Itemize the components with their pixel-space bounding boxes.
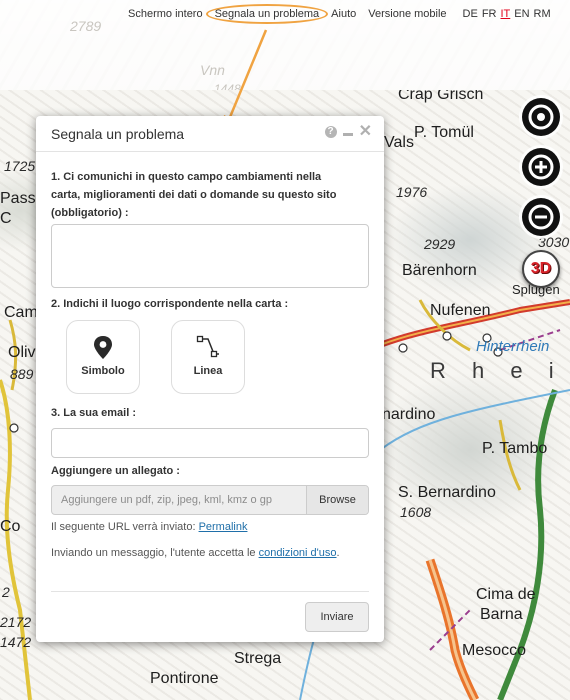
map-label: P. Tomül: [414, 124, 474, 141]
faded-map-label: Vnn: [200, 62, 225, 78]
map-label: Nufenen: [430, 302, 491, 319]
line-tool-button[interactable]: Linea: [171, 320, 245, 394]
map-label: 2172: [0, 614, 32, 630]
nav-report-problem[interactable]: Segnala un problema: [205, 4, 328, 24]
dialog-header[interactable]: Segnala un problema ? ✕: [36, 116, 384, 152]
map-label: Hinterrhein: [476, 338, 550, 355]
attachment-label: Aggiungere un allegato :: [51, 465, 180, 477]
map-label: Co: [0, 518, 21, 535]
zoom-in-button[interactable]: [522, 148, 560, 186]
map-label: 3030: [538, 234, 570, 250]
browse-button[interactable]: Browse: [306, 486, 368, 514]
faded-map-label: 2789: [70, 18, 102, 34]
lang-en[interactable]: EN: [514, 8, 529, 20]
lang-de[interactable]: DE: [463, 8, 478, 20]
map-label: 1976: [396, 184, 428, 200]
map-label: 2929: [424, 236, 456, 252]
map-label: Oliv: [8, 344, 36, 361]
lang-rm[interactable]: RM: [534, 8, 551, 20]
map-label: Bärenhorn: [402, 262, 477, 279]
map-label: Strega: [234, 650, 282, 667]
terms-note-text: Inviando un messaggio, l'utente accetta …: [51, 547, 259, 559]
map-label: S. Bernardino: [398, 484, 496, 501]
top-navigation: Schermo intero Segnala un problema Aiuto…: [128, 4, 555, 24]
zoom-out-button[interactable]: [522, 198, 560, 236]
map-marker-icon: [94, 336, 112, 359]
help-icon[interactable]: ?: [324, 126, 337, 138]
dialog-title: Segnala un problema: [51, 126, 185, 142]
lang-fr[interactable]: FR: [482, 8, 497, 20]
feedback-textarea[interactable]: [51, 224, 369, 288]
plus-icon: [528, 154, 554, 180]
question-2-label: 2. Indichi il luogo corrispondente nella…: [51, 298, 289, 310]
language-switcher: DE FR IT EN RM: [463, 8, 555, 20]
divider: [51, 591, 369, 592]
email-field[interactable]: [51, 428, 369, 458]
report-problem-dialog: Segnala un problema ? ✕ 1. Ci comunichi …: [36, 116, 384, 642]
terms-note: Inviando un messaggio, l'utente accetta …: [51, 545, 369, 562]
url-note-text: Il seguente URL verrà inviato:: [51, 521, 199, 533]
attachment-input[interactable]: Aggiungere un pdf, zip, jpeg, kml, kmz o…: [51, 485, 369, 515]
send-button[interactable]: Inviare: [305, 602, 369, 632]
map-label: Cam: [4, 304, 38, 321]
map-label: R h e i n: [430, 358, 570, 383]
attachment-placeholder: Aggiungere un pdf, zip, jpeg, kml, kmz o…: [61, 494, 272, 506]
map-label: 1725: [4, 158, 36, 174]
3d-label: 3D: [530, 260, 552, 277]
minimize-icon[interactable]: [342, 133, 353, 136]
line-tool-label: Linea: [193, 365, 223, 377]
dialog-tools: ? ✕: [319, 124, 372, 140]
url-note: Il seguente URL verrà inviato: Permalink: [51, 519, 369, 536]
nav-help[interactable]: Aiuto: [331, 8, 356, 20]
map-label: C: [0, 210, 12, 227]
map-label: Barna: [480, 606, 523, 623]
symbol-tool-button[interactable]: Simbolo: [66, 320, 140, 394]
map-label: nardino: [382, 406, 436, 423]
target-icon: [528, 104, 554, 130]
map-label: Crap Grisch: [398, 90, 484, 103]
map-label: Cima de: [476, 586, 536, 603]
map-label: 889: [10, 366, 34, 382]
terms-note-suffix: .: [336, 547, 340, 559]
polyline-icon: [196, 335, 219, 358]
question-3-label: 3. La sua email :: [51, 407, 136, 419]
faded-map-label: 1448: [214, 82, 241, 90]
map-label: P. Tambo: [482, 440, 548, 457]
close-icon[interactable]: ✕: [359, 124, 372, 140]
terms-link[interactable]: condizioni d'uso: [259, 547, 337, 559]
minus-icon: [528, 204, 554, 230]
lang-it[interactable]: IT: [500, 8, 510, 20]
map-label: Mesocco: [462, 642, 527, 659]
nav-mobile-version[interactable]: Versione mobile: [368, 8, 446, 20]
question-1-label: 1. Ci comunichi in questo campo cambiame…: [51, 171, 337, 219]
map-label: 2: [2, 584, 10, 600]
locate-button[interactable]: [522, 98, 560, 136]
symbol-tool-label: Simbolo: [81, 365, 125, 377]
map-label: Pontirone: [150, 670, 219, 687]
map-label: Vals: [384, 134, 414, 151]
nav-fullscreen[interactable]: Schermo intero: [128, 8, 203, 20]
3d-view-button[interactable]: 3D: [522, 250, 560, 288]
map-label: 1472: [0, 634, 32, 650]
top-header: 2789 Vnn 1448 Schermo intero Segnala un …: [0, 0, 570, 90]
map-label: 1608: [400, 504, 432, 520]
permalink-link[interactable]: Permalink: [199, 521, 248, 533]
